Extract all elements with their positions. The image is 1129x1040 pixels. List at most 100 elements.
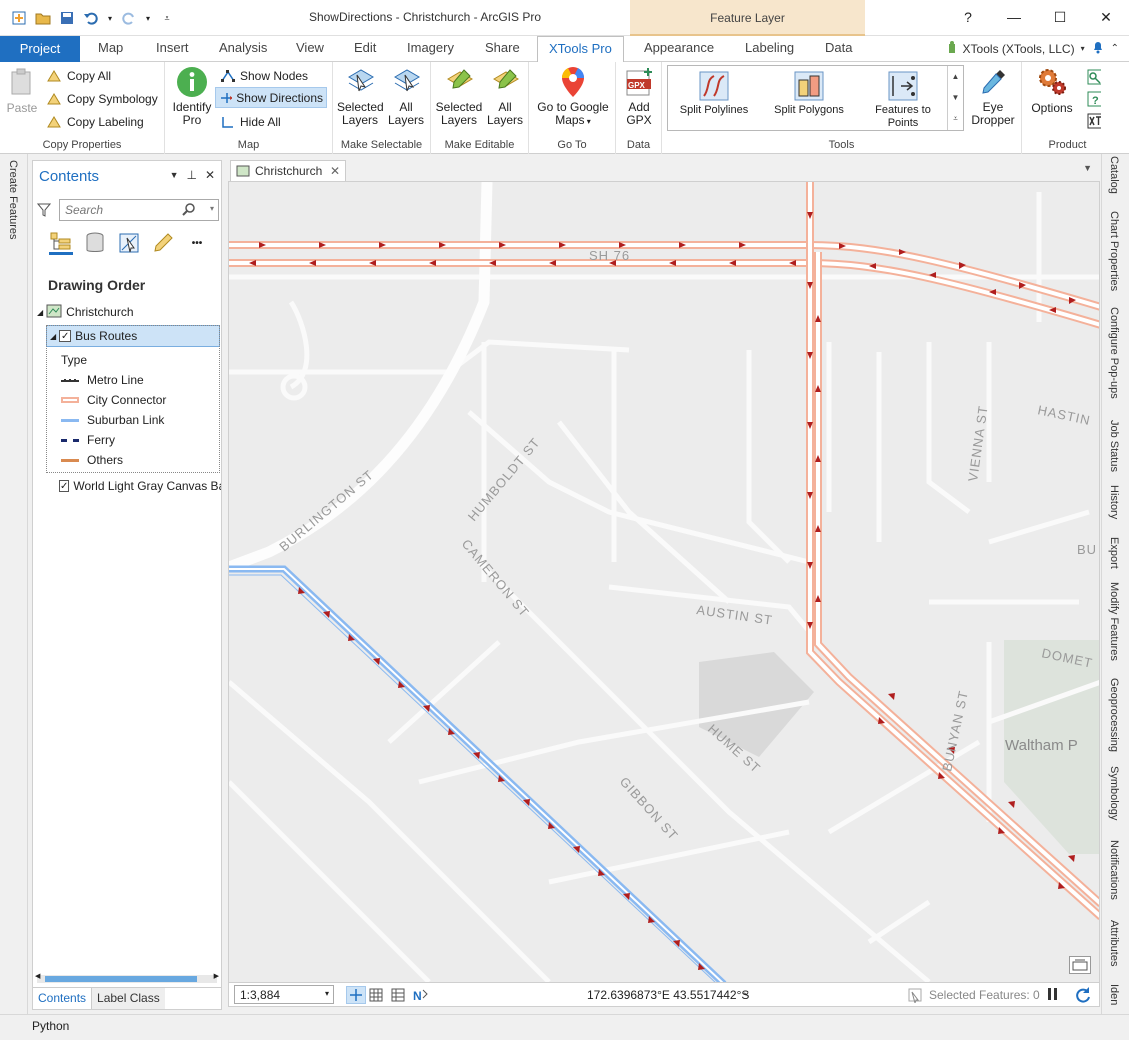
pin-icon[interactable]: ⊥ xyxy=(186,168,196,182)
close-button[interactable]: ✕ xyxy=(1083,0,1129,34)
user-account[interactable]: XTools (XTools, LLC) ▾ ⌃ xyxy=(947,40,1119,57)
list-by-data-source-icon[interactable] xyxy=(83,231,107,255)
north-arrow-icon[interactable]: N xyxy=(413,987,429,1006)
tab-data[interactable]: Data xyxy=(825,40,852,55)
pane-options-icon[interactable]: ▼ xyxy=(170,168,179,182)
legend-item[interactable]: Ferry xyxy=(61,429,249,451)
coordinate-format-dropdown-icon[interactable]: ⌄ xyxy=(742,987,750,998)
tab-xtools-pro[interactable]: XTools Pro xyxy=(537,36,624,63)
tab-insert[interactable]: Insert xyxy=(156,40,189,55)
dock-tab-job-status[interactable]: Job Status xyxy=(1108,420,1120,472)
show-nodes-button[interactable]: Show Nodes xyxy=(217,65,311,86)
contents-horizontal-scrollbar[interactable]: ◀ ▶ xyxy=(35,973,219,983)
basemap-gallery-icon[interactable] xyxy=(1069,956,1091,974)
maximize-button[interactable]: ☐ xyxy=(1037,0,1083,34)
list-by-selection-icon[interactable] xyxy=(117,231,141,255)
legend-label: Metro Line xyxy=(87,373,144,387)
close-tab-icon[interactable]: ✕ xyxy=(330,164,340,178)
snapping-icon[interactable] xyxy=(346,986,366,1004)
help-button[interactable]: ? xyxy=(945,0,991,34)
product-help-button[interactable]: ? xyxy=(1084,88,1104,109)
close-pane-icon[interactable]: ✕ xyxy=(205,168,215,182)
list-by-editing-icon[interactable] xyxy=(151,231,175,255)
dock-tab-history[interactable]: History xyxy=(1108,485,1120,519)
hide-all-button[interactable]: Hide All xyxy=(217,111,284,132)
map-node[interactable]: ◢ Christchurch xyxy=(37,301,225,323)
tab-imagery[interactable]: Imagery xyxy=(407,40,454,55)
tab-labeling[interactable]: Labeling xyxy=(745,40,794,55)
layer-world-light-gray[interactable]: ✓ World Light Gray Canvas Base xyxy=(59,475,221,497)
dock-tab-notifications[interactable]: Notifications xyxy=(1108,840,1120,900)
dock-tab-export[interactable]: Export xyxy=(1108,537,1120,569)
tab-analysis[interactable]: Analysis xyxy=(219,40,267,55)
minimize-button[interactable]: — xyxy=(991,0,1037,34)
tab-list-dropdown-icon[interactable]: ▼ xyxy=(1083,163,1092,173)
tab-project[interactable]: Project xyxy=(0,36,80,62)
python-window-tab[interactable]: Python xyxy=(32,1019,69,1033)
tab-label-class[interactable]: Label Class xyxy=(92,988,165,1009)
editable-selected-layers-button[interactable]: Selected Layers xyxy=(435,64,483,127)
product-key-button[interactable] xyxy=(1084,66,1104,87)
selected-features-icon[interactable] xyxy=(907,987,923,1006)
add-gpx-button[interactable]: GPX Add GPX xyxy=(620,64,658,127)
tab-edit[interactable]: Edit xyxy=(354,40,376,55)
dock-tab-geoprocessing[interactable]: Geoprocessing xyxy=(1108,678,1120,752)
tab-appearance[interactable]: Appearance xyxy=(644,40,714,55)
list-by-drawing-order-icon[interactable] xyxy=(49,231,73,255)
group-label-make-editable: Make Editable xyxy=(444,139,515,151)
show-directions-button[interactable]: Show Directions xyxy=(215,87,327,108)
split-polygons-icon xyxy=(770,68,848,104)
notification-bell-icon[interactable] xyxy=(1091,40,1105,57)
split-polylines-icon xyxy=(676,68,752,104)
map-view[interactable]: SH 76 BURLINGTON ST HUMBOLDT ST CAMERON … xyxy=(228,181,1100,983)
split-polygons-button[interactable]: Split Polygons xyxy=(770,68,848,117)
search-dropdown-icon[interactable]: ▾ xyxy=(210,204,214,213)
dock-tab-modify-features[interactable]: Modify Features xyxy=(1108,582,1120,661)
gallery-scroll[interactable]: ▲ ▼ ⩡ xyxy=(947,66,963,130)
legend-item[interactable]: Others xyxy=(61,449,249,471)
features-to-points-button[interactable]: Features to Points xyxy=(864,68,942,130)
paste-button[interactable]: Paste xyxy=(4,64,40,115)
filter-icon[interactable] xyxy=(36,202,52,221)
refresh-icon[interactable] xyxy=(1074,986,1092,1007)
pause-icon[interactable] xyxy=(1047,987,1059,1004)
go-to-google-maps-button[interactable]: Go to Google Maps ▾ xyxy=(533,64,613,128)
dock-tab-attributes[interactable]: Attributes xyxy=(1108,920,1120,966)
map-view-tab[interactable]: Christchurch ✕ xyxy=(230,160,346,181)
table-icon[interactable] xyxy=(391,988,405,1005)
copy-all-button[interactable]: Copy All xyxy=(44,65,114,86)
tab-share[interactable]: Share xyxy=(485,40,520,55)
dock-tab-configure-pop-ups[interactable]: Configure Pop-ups xyxy=(1108,307,1120,399)
gpx-file-icon: GPX xyxy=(623,66,655,98)
editable-all-layers-button[interactable]: All Layers xyxy=(485,64,525,127)
search-icon[interactable] xyxy=(182,203,196,220)
tab-map[interactable]: Map xyxy=(98,40,123,55)
contents-search-input[interactable]: Search ▾ xyxy=(59,199,219,221)
eye-dropper-button[interactable]: Eye Dropper xyxy=(968,64,1018,127)
more-options-icon[interactable]: ••• xyxy=(185,231,209,255)
tab-contents[interactable]: Contents xyxy=(33,988,93,1009)
title-bar: ▾ ▾ ⩡ ShowDirections - Christchurch - Ar… xyxy=(0,0,1129,36)
dock-tab-iden[interactable]: Iden xyxy=(1108,984,1120,1005)
grid-icon[interactable] xyxy=(369,988,383,1005)
dock-tab-chart-properties[interactable]: Chart Properties xyxy=(1108,211,1120,291)
legend-item[interactable]: City Connector xyxy=(61,389,249,411)
selectable-selected-layers-button[interactable]: Selected Layers xyxy=(337,64,384,127)
layer-visibility-checkbox[interactable]: ✓ xyxy=(59,480,70,492)
split-polylines-button[interactable]: Split Polylines xyxy=(676,68,752,117)
product-about-button[interactable] xyxy=(1084,110,1104,131)
legend-item[interactable]: Metro Line xyxy=(61,369,249,391)
collapse-ribbon-icon[interactable]: ⌃ xyxy=(1111,43,1119,54)
tab-view[interactable]: View xyxy=(296,40,324,55)
identify-pro-button[interactable]: Identify Pro xyxy=(169,64,215,127)
dock-tab-catalog[interactable]: Catalog xyxy=(1108,156,1120,194)
options-button[interactable]: Options xyxy=(1026,64,1078,115)
group-label-product: Product xyxy=(1048,139,1087,151)
legend-item[interactable]: Suburban Link xyxy=(61,409,249,431)
create-features-tab[interactable]: Create Features xyxy=(7,160,19,239)
selectable-all-layers-button[interactable]: All Layers xyxy=(385,64,427,127)
copy-symbology-button[interactable]: Copy Symbology xyxy=(44,88,161,109)
copy-labeling-button[interactable]: Copy Labeling xyxy=(44,111,147,132)
map-scale-select[interactable]: 1:3,884 ▾ xyxy=(234,985,334,1004)
dock-tab-symbology[interactable]: Symbology xyxy=(1108,766,1120,820)
